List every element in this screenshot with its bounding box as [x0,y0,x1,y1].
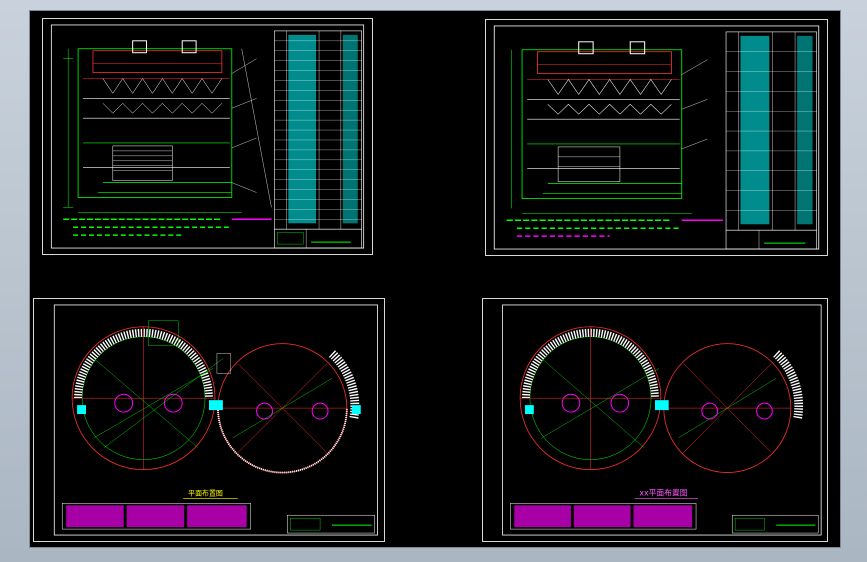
elevation-structure [63,40,272,213]
plan-drawing-2: xx平面布置图 [502,304,822,536]
connector [209,353,232,411]
title-block [274,228,362,249]
tank-left [71,320,224,470]
title-block [287,514,375,534]
tank-left [519,326,662,470]
elevation-drawing-2 [493,25,820,250]
plan-title-2: xx平面布置图 [639,487,687,497]
frame [50,24,365,249]
elevation-drawing-1 [50,24,365,249]
tank-right [216,343,361,474]
frame [493,25,820,250]
sheet-elevation-2[interactable] [485,19,828,256]
plan-drawing-1: 平面布置图 [53,304,379,536]
drawing-viewport[interactable]: 平面布置图 xx平面布置图 [29,10,841,548]
plan-title-1: 平面布置图 [188,488,223,497]
legend-table [61,503,251,530]
tank-right [663,343,804,473]
sheet-plan-1[interactable]: 平面布置图 [33,298,385,542]
sheet-plan-2[interactable]: xx平面布置图 [482,298,828,542]
legend-table [510,503,697,530]
sheet-elevation-1[interactable] [42,18,373,255]
parts-list-table [725,31,818,231]
title-block [725,229,818,250]
connector [655,400,669,411]
title-block [731,514,819,534]
notes-block [63,218,272,236]
notes-block [506,219,723,237]
elevation-structure [511,41,708,214]
parts-list-table [274,30,362,230]
